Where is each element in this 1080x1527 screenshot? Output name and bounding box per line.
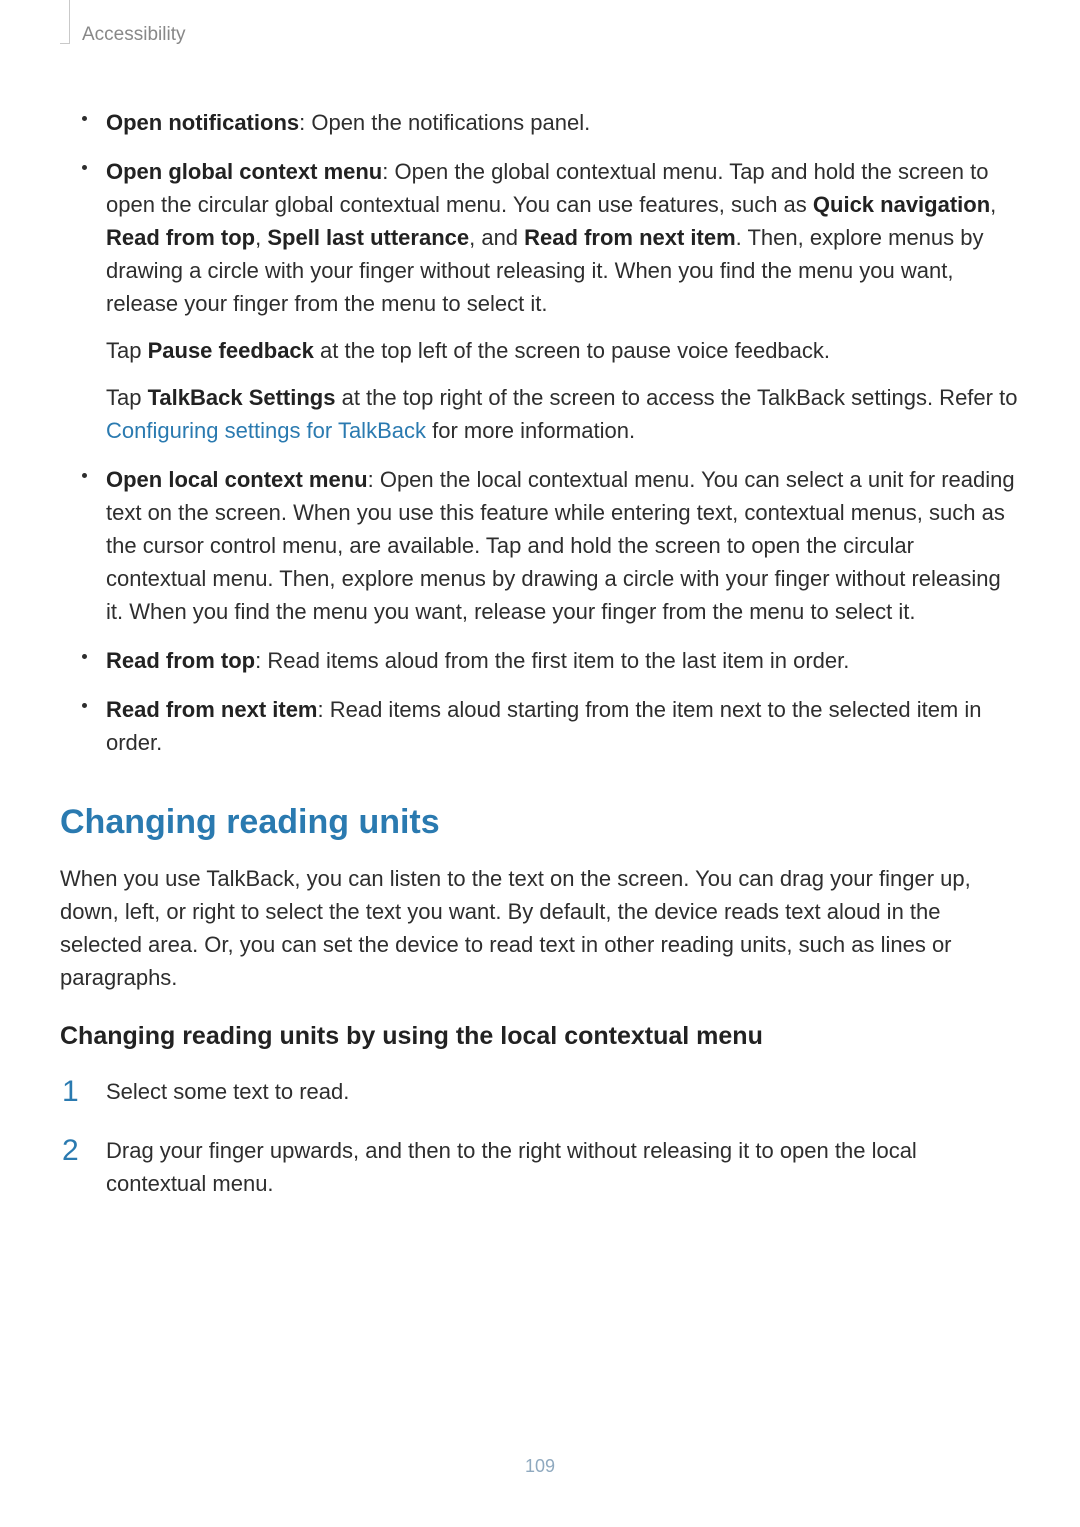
bullet-text: : Open the notifications panel. — [299, 110, 590, 135]
bullet-title: Open local context menu — [106, 467, 368, 492]
bullet-dot-icon — [82, 116, 87, 121]
inline-text: at the top left of the screen to pause v… — [314, 338, 830, 363]
section-body: When you use TalkBack, you can listen to… — [60, 862, 1020, 994]
step-list: 1 Select some text to read. 2 Drag your … — [60, 1075, 1020, 1200]
bullet-dot-icon — [82, 703, 87, 708]
bullet-title: Open notifications — [106, 110, 299, 135]
bullet-dot-icon — [82, 654, 87, 659]
inline-text: for more information. — [426, 418, 635, 443]
sub-paragraph-pause-feedback: Tap Pause feedback at the top left of th… — [106, 334, 1020, 367]
step-1: 1 Select some text to read. — [106, 1075, 1020, 1108]
inline-text: at the top right of the screen to access… — [335, 385, 1017, 410]
step-text: Select some text to read. — [106, 1079, 349, 1104]
inline-text: , — [255, 225, 267, 250]
step-number: 1 — [62, 1069, 98, 1114]
step-2: 2 Drag your finger upwards, and then to … — [106, 1134, 1020, 1200]
inline-text: , and — [469, 225, 524, 250]
inline-text: Tap — [106, 338, 148, 363]
content-area: Open notifications: Open the notificatio… — [60, 16, 1020, 1200]
bullet-open-global-context-menu: Open global context menu: Open the globa… — [106, 155, 1020, 447]
page-number: 109 — [0, 1456, 1080, 1477]
inline-bold: Read from next item — [524, 225, 736, 250]
page: Accessibility Open notifications: Open t… — [0, 0, 1080, 1527]
inline-bold: Quick navigation — [813, 192, 990, 217]
inline-text: Tap — [106, 385, 148, 410]
inline-bold: TalkBack Settings — [148, 385, 336, 410]
subheading-local-contextual-menu: Changing reading units by using the loca… — [60, 1022, 1020, 1051]
bullet-text: : Read items aloud from the first item t… — [255, 648, 849, 673]
bullet-read-from-next-item: Read from next item: Read items aloud st… — [106, 693, 1020, 759]
bullet-title: Read from top — [106, 648, 255, 673]
inline-bold: Spell last utterance — [267, 225, 469, 250]
bullet-open-notifications: Open notifications: Open the notificatio… — [106, 106, 1020, 139]
inline-bold: Read from top — [106, 225, 255, 250]
step-text: Drag your finger upwards, and then to th… — [106, 1138, 917, 1196]
section-heading-changing-reading-units: Changing reading units — [60, 803, 1020, 842]
inline-text: , — [990, 192, 996, 217]
step-number: 2 — [62, 1128, 98, 1173]
bullet-title: Read from next item — [106, 697, 318, 722]
bullet-title: Open global context menu — [106, 159, 382, 184]
bullet-dot-icon — [82, 473, 87, 478]
bullet-read-from-top: Read from top: Read items aloud from the… — [106, 644, 1020, 677]
bullet-dot-icon — [82, 165, 87, 170]
inline-bold: Pause feedback — [148, 338, 314, 363]
header-rule — [60, 0, 70, 44]
sub-paragraph-talkback-settings: Tap TalkBack Settings at the top right o… — [106, 381, 1020, 447]
bullet-open-local-context-menu: Open local context menu: Open the local … — [106, 463, 1020, 628]
link-configuring-talkback[interactable]: Configuring settings for TalkBack — [106, 418, 426, 443]
breadcrumb: Accessibility — [82, 24, 185, 46]
bullet-list: Open notifications: Open the notificatio… — [60, 106, 1020, 759]
